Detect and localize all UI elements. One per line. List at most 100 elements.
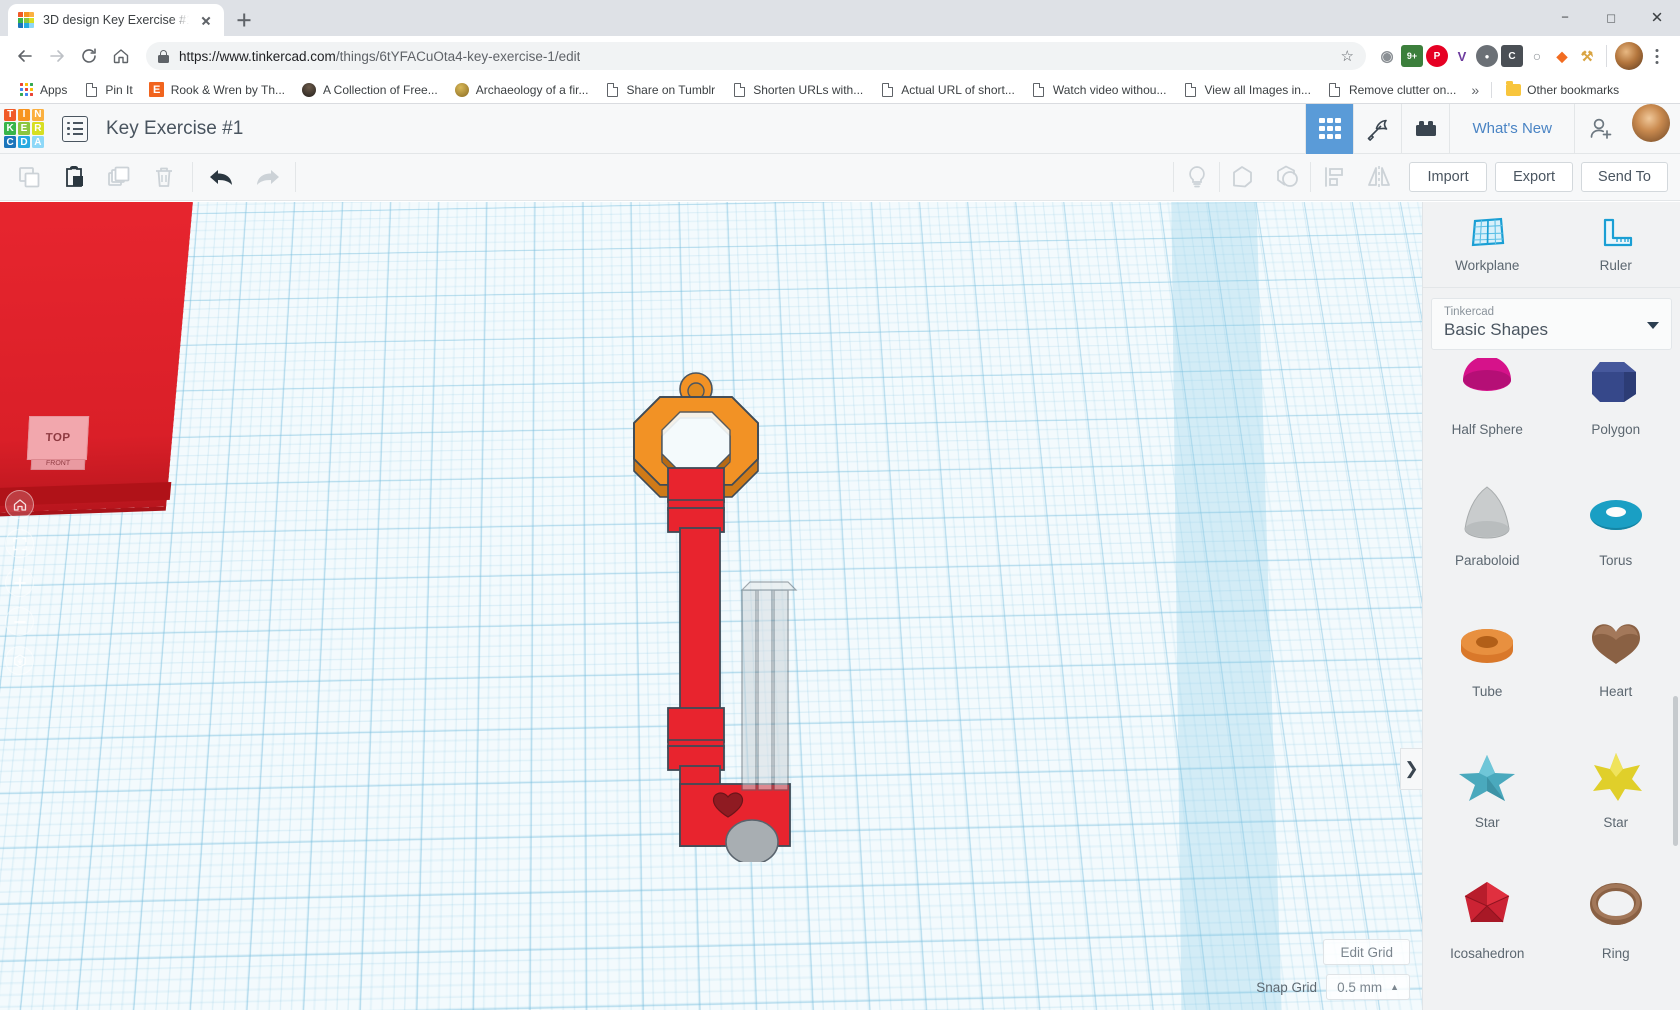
new-tab-button[interactable] [230,6,258,34]
align-button[interactable] [1311,154,1356,201]
translate-extension-icon[interactable]: 9+ [1401,45,1423,67]
bookmark-label: Rook & Wren by Th... [170,82,285,97]
bookmark-view-images[interactable]: View all Images in... [1174,79,1319,101]
bookmark-actual-url[interactable]: Actual URL of short... [871,79,1023,101]
lego-brick-icon [1415,120,1436,136]
zoom-in-button[interactable] [5,568,34,597]
panel-scrollbar[interactable] [1673,696,1678,846]
whats-new-link[interactable]: What's New [1449,103,1574,154]
bookmark-star-icon[interactable]: ☆ [1341,47,1354,65]
paste-button[interactable] [51,154,96,201]
shape-item-polygon[interactable]: Polygon [1552,358,1680,449]
home-button[interactable] [106,41,136,71]
bookmarks-overflow-button[interactable]: » [1464,82,1486,98]
document-icon [731,82,747,98]
workplane-tool-label: Workplane [1455,258,1520,273]
send-to-button[interactable]: Send To [1581,162,1668,192]
import-button[interactable]: Import [1409,162,1488,192]
maximize-button[interactable]: □ [1588,0,1634,36]
view-controls [5,490,35,685]
bookmark-archaeology[interactable]: Archaeology of a fir... [446,79,597,101]
shape-item-torus[interactable]: Torus [1552,449,1680,580]
shape-item-star-6[interactable]: Star [1552,711,1680,842]
duplicate-button[interactable] [96,154,141,201]
blocks-3d-toggle[interactable] [1305,103,1354,154]
tinkercad-logo[interactable]: T I N K E R C D A [2,107,46,151]
other-bookmarks-folder[interactable]: Other bookmarks [1497,79,1627,101]
edit-grid-button[interactable]: Edit Grid [1323,939,1410,965]
bricks-toggle[interactable] [1401,103,1449,154]
torus-shape-icon [1580,481,1652,543]
tab-close-icon[interactable] [198,12,214,28]
home-view-button[interactable] [5,490,34,519]
shape-label: Heart [1599,684,1633,699]
browser-tab[interactable]: 3D design Key Exercise #1 | Tinke [8,4,224,36]
address-bar[interactable]: https://www.tinkercad.com/things/6tYFACu… [146,42,1366,70]
view-cube[interactable]: TOP FRONT [26,416,90,470]
bookmark-watch-video[interactable]: Watch video withou... [1023,79,1175,101]
account-button[interactable] [1574,103,1628,154]
circle-extension-icon[interactable]: ○ [1526,45,1548,67]
undo-button[interactable] [199,154,244,201]
adblock-extension-icon[interactable]: ◉ [1376,45,1398,67]
ungroup-button[interactable] [1265,154,1310,201]
shape-item-ring[interactable]: Ring [1552,842,1680,973]
page-title[interactable]: Key Exercise #1 [106,118,243,140]
redo-button[interactable] [244,154,289,201]
bookmark-apps[interactable]: Apps [10,79,75,101]
cube-icon [13,653,26,668]
shapes-list[interactable]: Half Sphere Polygon Paraboloid Torus Tub… [1423,358,1680,1010]
colorzilla-extension-icon[interactable]: C [1501,45,1523,67]
mirror-button[interactable] [1356,154,1401,201]
design-list-button[interactable] [62,115,88,142]
shape-library-select[interactable]: Tinkercad Basic Shapes [1431,298,1672,350]
shape-item-tube[interactable]: Tube [1423,580,1552,711]
close-window-button[interactable]: ✕ [1634,0,1680,36]
transparent-box-shapes [740,581,798,791]
copy-button[interactable] [6,154,51,201]
shape-item-icosahedron[interactable]: Icosahedron [1423,842,1552,973]
ortho-perspective-toggle[interactable] [5,646,34,675]
chrome-menu-button[interactable] [1646,42,1668,70]
group-button[interactable] [1220,154,1265,201]
shape-item-paraboloid[interactable]: Paraboloid [1423,449,1552,580]
bookmark-pin-it[interactable]: Pin It [75,79,140,101]
view-cube-front-face[interactable]: FRONT [30,459,86,470]
view-cube-top-face[interactable]: TOP [26,416,90,460]
delete-button[interactable] [141,154,186,201]
ruler-tool[interactable]: Ruler [1552,202,1680,287]
tube-shape-icon [1451,612,1523,674]
shape-item-star-5[interactable]: Star [1423,711,1552,842]
profile-avatar[interactable] [1615,42,1643,70]
reload-button[interactable] [74,41,104,71]
snap-grid-select[interactable]: 0.5 mm ▲ [1326,974,1410,1000]
fit-to-view-button[interactable] [5,529,34,558]
light-button[interactable] [1174,154,1219,201]
bookmark-share-tumblr[interactable]: Share on Tumblr [596,79,723,101]
bookmark-label: Share on Tumblr [626,82,716,97]
shape-item-heart[interactable]: Heart [1552,580,1680,711]
zoom-out-button[interactable] [5,607,34,636]
shape-label: Ring [1601,946,1630,961]
key-3d-model[interactable] [600,342,860,865]
minimize-button[interactable]: − [1542,0,1588,36]
wrench-extension-icon[interactable]: ⚒ [1576,45,1598,67]
red-box-shape[interactable] [0,202,196,518]
key-collar-upper [667,467,725,533]
evernote-extension-icon[interactable]: V [1451,45,1473,67]
bookmark-collection-free[interactable]: A Collection of Free... [293,79,446,101]
back-button[interactable] [10,41,40,71]
shape-item-half-sphere[interactable]: Half Sphere [1423,358,1552,449]
workplane-tool[interactable]: Workplane [1423,202,1552,287]
camera-extension-icon[interactable]: ● [1476,45,1498,67]
bookmark-shorten-urls[interactable]: Shorten URLs with... [723,79,871,101]
user-avatar[interactable] [1632,103,1670,142]
bookmark-rook-wren[interactable]: E Rook & Wren by Th... [141,79,293,101]
bookmark-remove-clutter[interactable]: Remove clutter on... [1319,79,1464,101]
panel-collapse-toggle[interactable]: ❯ [1400,748,1422,790]
pinterest-extension-icon[interactable]: P [1426,45,1448,67]
honey-extension-icon[interactable]: ◆ [1551,45,1573,67]
export-button[interactable]: Export [1495,162,1574,192]
minecraft-toggle[interactable] [1353,103,1401,154]
forward-button[interactable] [42,41,72,71]
